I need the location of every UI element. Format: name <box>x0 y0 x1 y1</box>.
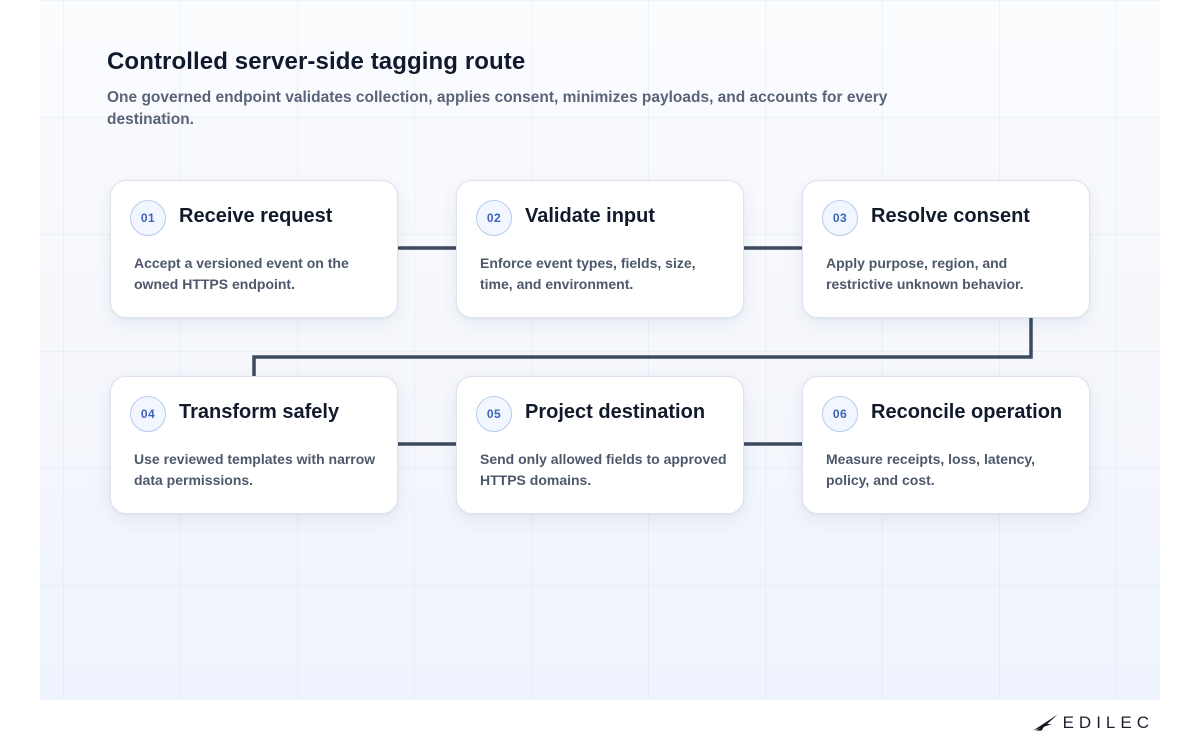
step-title: Reconcile operation <box>871 401 1063 423</box>
page-title: Controlled server-side tagging route <box>107 48 526 75</box>
step-card-resolve-consent: 03 Resolve consent Apply purpose, region… <box>802 180 1090 318</box>
page-subtitle: One governed endpoint validates collecti… <box>107 89 888 128</box>
step-description: Enforce event types, fields, size, time,… <box>480 255 696 292</box>
step-description: Use reviewed templates with narrow data … <box>134 451 376 488</box>
step-number-badge: 03 <box>822 200 858 236</box>
step-card-validate-input: 02 Validate input Enforce event types, f… <box>456 180 744 318</box>
brand-logo: EDILEC <box>1032 712 1154 734</box>
step-description: Measure receipts, loss, latency, policy,… <box>826 451 1036 488</box>
step-title: Resolve consent <box>871 205 1030 227</box>
step-card-receive-request: 01 Receive request Accept a versioned ev… <box>110 180 398 318</box>
step-title: Receive request <box>179 205 333 227</box>
canvas: Controlled server-side tagging route One… <box>0 0 1200 750</box>
step-description: Accept a versioned event on the owned HT… <box>134 255 349 292</box>
step-number-badge: 04 <box>130 396 166 432</box>
step-number-badge: 05 <box>476 396 512 432</box>
brand-wordmark: EDILEC <box>1062 713 1154 732</box>
step-card-reconcile-operation: 06 Reconcile operation Measure receipts,… <box>802 376 1090 514</box>
step-description: Send only allowed fields to approved HTT… <box>480 451 727 488</box>
step-number-badge: 02 <box>476 200 512 236</box>
edilec-logo-icon <box>1032 714 1058 731</box>
step-description: Apply purpose, region, and restrictive u… <box>826 255 1024 292</box>
step-number-badge: 01 <box>130 200 166 236</box>
step-title: Transform safely <box>179 401 340 423</box>
step-title: Project destination <box>525 401 706 423</box>
step-title: Validate input <box>525 205 656 227</box>
step-number-badge: 06 <box>822 396 858 432</box>
step-card-project-destination: 05 Project destination Send only allowed… <box>456 376 744 514</box>
step-card-transform-safely: 04 Transform safely Use reviewed templat… <box>110 376 398 514</box>
